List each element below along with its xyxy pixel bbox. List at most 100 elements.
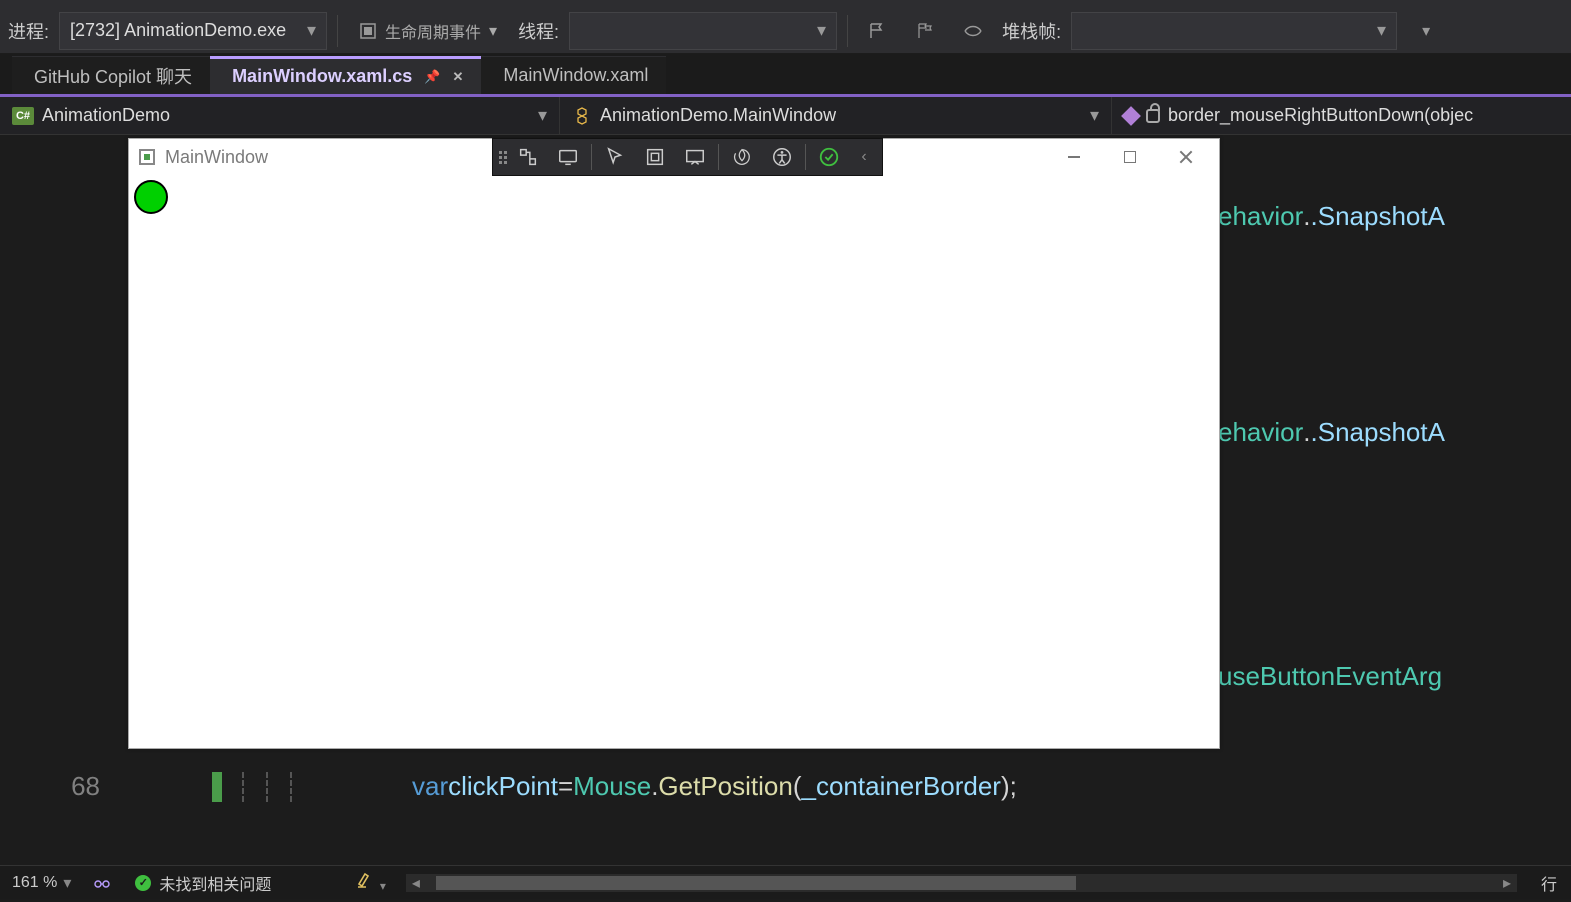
tree-icon	[517, 146, 539, 168]
xaml-diagnostics-toolbar[interactable]: ‹	[492, 138, 883, 176]
chevron-down-icon: ▾	[63, 873, 71, 893]
nav-member-label: border_mouseRightButtonDown(objec	[1168, 105, 1473, 126]
toggle-runtime-tools-button[interactable]	[549, 140, 587, 174]
lock-icon	[1146, 109, 1160, 123]
focus-icon	[684, 146, 706, 168]
caret-line-label: 行	[1527, 871, 1571, 895]
editor-status-bar: 161 % ▾ ✓ 未找到相关问题 ▾ ◂ ▸ 行	[0, 865, 1571, 899]
line-number: 68	[0, 771, 120, 802]
chevron-down-icon: ▾	[489, 21, 497, 41]
code-fragment: ehavior..SnapshotA	[1218, 201, 1445, 232]
threads-icon	[963, 22, 983, 40]
debug-toolbar: 进程: [2732] AnimationDemo.exe ▾ 生命周期事件 ▾ …	[0, 8, 1571, 54]
chevron-down-icon: ▾	[817, 20, 826, 41]
thread-label: 线程:	[518, 18, 559, 44]
display-layout-adorners-button[interactable]	[636, 140, 674, 174]
track-focused-element-button[interactable]	[676, 140, 714, 174]
chevron-down-icon: ▾	[538, 105, 547, 126]
csharp-project-icon: C#	[12, 107, 34, 125]
process-value: [2732] AnimationDemo.exe	[70, 20, 286, 41]
tab-label: MainWindow.xaml.cs	[232, 66, 412, 87]
scroll-left-arrow-icon[interactable]: ◂	[406, 873, 426, 893]
chevron-down-icon: ▾	[380, 879, 386, 893]
separator	[591, 144, 592, 170]
app-client-area[interactable]	[129, 175, 1219, 748]
brush-icon	[355, 870, 375, 890]
toolbar-overflow-button[interactable]: ▾	[1407, 12, 1445, 50]
zoom-dropdown[interactable]: 161 % ▾	[0, 873, 83, 893]
accessibility-icon	[771, 146, 793, 168]
nav-project-dropdown[interactable]: C# AnimationDemo ▾	[0, 97, 560, 134]
flags-icon-button[interactable]	[906, 12, 944, 50]
tab-label: GitHub Copilot 聊天	[34, 63, 192, 89]
minimize-button[interactable]	[1051, 143, 1097, 171]
grip-handle[interactable]	[497, 149, 507, 166]
maximize-icon	[1124, 151, 1136, 163]
hot-reload-button[interactable]	[723, 140, 761, 174]
app-icon	[139, 149, 155, 165]
toggle-health-indicator-button[interactable]	[83, 864, 121, 902]
nav-project-label: AnimationDemo	[42, 105, 170, 126]
indent-guide	[242, 772, 244, 802]
stackframe-dropdown[interactable]: ▾	[1071, 12, 1397, 50]
xaml-binding-status-button[interactable]	[810, 140, 848, 174]
lifecycle-icon	[359, 22, 377, 40]
stackframe-label: 堆栈帧:	[1002, 18, 1061, 44]
maximize-button[interactable]	[1107, 143, 1153, 171]
cleanup-button[interactable]: ▾	[345, 870, 395, 895]
flag-icon-button[interactable]	[858, 12, 896, 50]
code-line-68: 68 var clickPoint = Mouse . GetPosition …	[0, 771, 1017, 802]
separator	[337, 15, 338, 47]
upper-toolbar-sliver	[0, 0, 1571, 8]
code-fragment: ehavior..SnapshotA	[1218, 417, 1445, 448]
process-label: 进程:	[8, 18, 49, 44]
method-icon	[1121, 106, 1141, 126]
indent-guide	[266, 772, 268, 802]
lifecycle-events-button[interactable]: 生命周期事件 ▾	[348, 12, 508, 50]
separator	[805, 144, 806, 170]
glasses-icon	[93, 874, 111, 892]
document-tabstrip: GitHub Copilot 聊天 MainWindow.xaml.cs 📌 ✕…	[0, 54, 1571, 94]
close-button[interactable]	[1163, 143, 1209, 171]
collapse-toolbar-button[interactable]: ‹	[850, 140, 878, 174]
hot-reload-icon	[731, 146, 753, 168]
change-marker	[212, 772, 222, 802]
select-element-button[interactable]	[596, 140, 634, 174]
chevron-down-icon: ▾	[307, 20, 316, 41]
minimize-icon	[1068, 156, 1080, 158]
class-icon	[572, 106, 592, 126]
overflow-icon: ▾	[1422, 21, 1430, 41]
tab-copilot-chat[interactable]: GitHub Copilot 聊天	[12, 56, 210, 94]
check-circle-icon	[818, 146, 840, 168]
nav-class-dropdown[interactable]: AnimationDemo.MainWindow ▾	[560, 97, 1112, 134]
flags-icon	[916, 22, 934, 40]
nav-member-dropdown[interactable]: border_mouseRightButtonDown(objec	[1112, 97, 1571, 134]
app-title-text: MainWindow	[165, 147, 268, 168]
running-app-window[interactable]: MainWindow	[128, 138, 1220, 749]
green-ball[interactable]	[134, 180, 168, 214]
horizontal-scrollbar[interactable]: ◂ ▸	[406, 874, 1517, 892]
tab-label: MainWindow.xaml	[503, 65, 648, 86]
chevron-down-icon: ▾	[1090, 105, 1099, 126]
layout-icon	[644, 146, 666, 168]
zoom-value: 161 %	[12, 874, 57, 892]
pin-icon[interactable]: 📌	[424, 69, 440, 85]
process-dropdown[interactable]: [2732] AnimationDemo.exe ▾	[59, 12, 327, 50]
close-tab-icon[interactable]: ✕	[452, 69, 463, 85]
scrollbar-thumb[interactable]	[436, 876, 1076, 890]
scroll-right-arrow-icon[interactable]: ▸	[1497, 873, 1517, 893]
close-icon	[1179, 150, 1193, 164]
chevron-left-icon: ‹	[861, 148, 866, 166]
separator	[847, 15, 848, 47]
tab-mainwindow-xaml[interactable]: MainWindow.xaml	[481, 56, 666, 94]
tab-mainwindow-xaml-cs[interactable]: MainWindow.xaml.cs 📌 ✕	[210, 56, 481, 94]
error-list-summary[interactable]: ✓ 未找到相关问题	[121, 871, 285, 895]
accessibility-button[interactable]	[763, 140, 801, 174]
show-threads-button[interactable]	[954, 12, 992, 50]
monitor-icon	[557, 146, 579, 168]
code-editor[interactable]: ehavior..SnapshotA ehavior..SnapshotA us…	[0, 135, 1571, 868]
lifecycle-label: 生命周期事件	[385, 19, 481, 43]
goto-live-visual-tree-button[interactable]	[509, 140, 547, 174]
thread-dropdown[interactable]: ▾	[569, 12, 837, 50]
code-navigator-bar: C# AnimationDemo ▾ AnimationDemo.MainWin…	[0, 97, 1571, 135]
